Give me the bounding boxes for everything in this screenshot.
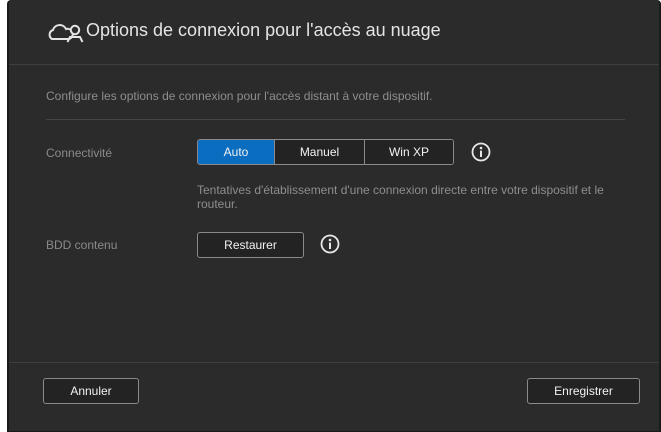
intro-text: Configure les options de connexion pour … (46, 89, 433, 103)
connectivity-description: Tentatives d'établissement d'une connexi… (197, 183, 604, 211)
connectivity-label: Connectivité (46, 146, 113, 160)
cloud-user-icon (48, 24, 84, 43)
content-db-info-icon[interactable] (320, 234, 340, 254)
restore-button[interactable]: Restaurer (197, 232, 304, 258)
connectivity-info-icon[interactable] (471, 142, 491, 162)
content-db-label: BDD contenu (46, 238, 118, 252)
dialog-title: Options de connexion pour l'accès au nua… (86, 20, 441, 40)
divider (46, 119, 625, 120)
dialog-header: Options de connexion pour l'accès au nua… (9, 0, 659, 65)
connectivity-segmented-control: Auto Manuel Win XP (197, 139, 454, 165)
connectivity-option-winxp[interactable]: Win XP (364, 140, 453, 164)
cloud-access-dialog: Options de connexion pour l'accès au nua… (7, 0, 661, 432)
connectivity-option-auto[interactable]: Auto (198, 140, 274, 164)
save-button[interactable]: Enregistrer (527, 378, 640, 404)
cancel-button[interactable]: Annuler (43, 378, 139, 404)
dialog-footer: Annuler Enregistrer (9, 362, 659, 431)
connectivity-option-manual[interactable]: Manuel (274, 140, 364, 164)
